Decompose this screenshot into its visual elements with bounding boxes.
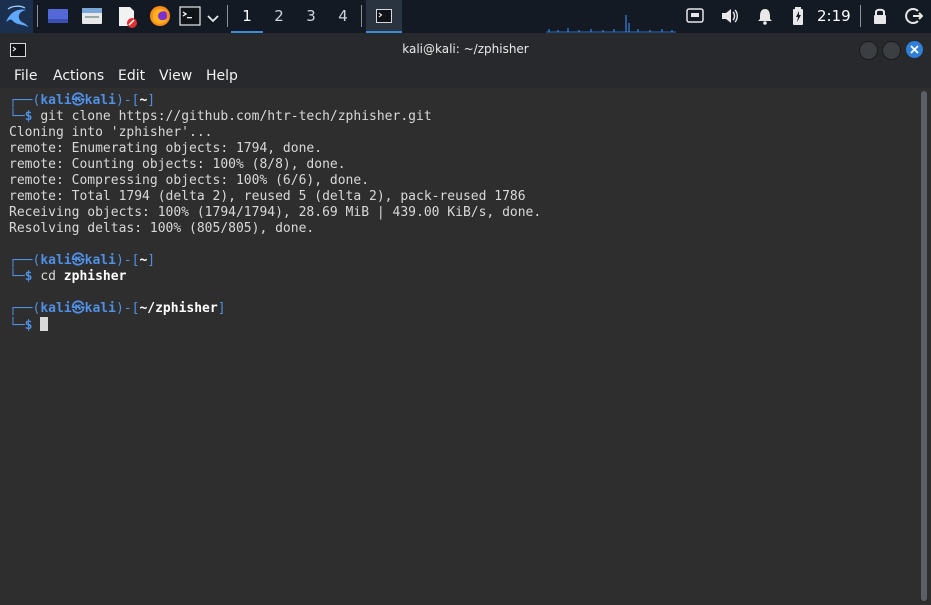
workspace-3[interactable]: 3	[295, 0, 327, 33]
scrollbar[interactable]	[918, 89, 931, 605]
cpu-graph	[546, 8, 676, 33]
notifications-icon[interactable]	[756, 7, 774, 25]
command-line: └─$	[9, 317, 49, 333]
output-line: remote: Compressing objects: 100% (6/6),…	[9, 173, 370, 188]
terminal-icon	[376, 8, 392, 27]
title-bar[interactable]: kali@kali: ~/zphisher	[0, 33, 931, 66]
chevron-down-icon[interactable]	[206, 10, 220, 23]
output-line: remote: Enumerating objects: 1794, done.	[9, 141, 323, 156]
volume-icon[interactable]	[720, 7, 740, 25]
network-icon[interactable]	[686, 8, 704, 24]
close-icon	[910, 45, 919, 54]
workspace-2[interactable]: 2	[263, 0, 295, 33]
menu-bar: File Actions Edit View Help	[0, 66, 931, 88]
window-title: kali@kali: ~/zphisher	[402, 42, 529, 56]
file-manager-icon[interactable]	[81, 7, 103, 25]
prompt-line: ┌──(kali㉿kali)-[~]	[9, 253, 156, 268]
close-button[interactable]	[906, 41, 923, 58]
prompt-line: ┌──(kali㉿kali)-[~]	[9, 93, 156, 108]
logout-icon[interactable]	[905, 7, 924, 25]
prompt-line: ┌──(kali㉿kali)-[~/zphisher]	[9, 301, 226, 316]
top-panel: 1 2 3 4 2:19	[0, 0, 931, 33]
workspace-4[interactable]: 4	[327, 0, 359, 33]
command-line: └─$ git clone https://github.com/htr-tec…	[9, 109, 432, 124]
firefox-icon[interactable]	[149, 5, 171, 27]
command-line: └─$ cd zphisher	[9, 269, 127, 284]
text-cursor	[40, 317, 49, 331]
minimize-button[interactable]	[859, 41, 878, 60]
taskbar-terminal-button[interactable]	[366, 0, 402, 33]
kali-menu-icon[interactable]	[0, 0, 33, 33]
menu-actions[interactable]: Actions	[53, 66, 104, 86]
terminal-window: kali@kali: ~/zphisher File Actions Edit …	[0, 33, 931, 605]
battery-icon[interactable]	[791, 6, 805, 26]
workspace-1[interactable]: 1	[231, 0, 263, 33]
menu-edit[interactable]: Edit	[118, 66, 145, 86]
text-editor-icon[interactable]	[116, 6, 138, 28]
maximize-button[interactable]	[882, 41, 901, 60]
menu-file[interactable]: File	[14, 66, 37, 86]
scrollbar-thumb[interactable]	[921, 91, 927, 601]
lock-icon[interactable]	[872, 7, 888, 25]
menu-help[interactable]: Help	[206, 66, 238, 86]
panel-clock[interactable]: 2:19	[817, 0, 851, 33]
terminal-output[interactable]: ┌──(kali㉿kali)-[~] └─$ git clone https:/…	[0, 89, 918, 605]
menu-view[interactable]: View	[159, 66, 192, 86]
show-desktop-icon[interactable]	[47, 7, 69, 25]
output-line: remote: Counting objects: 100% (8/8), do…	[9, 157, 346, 172]
terminal-icon[interactable]	[179, 6, 201, 26]
output-line: Receiving objects: 100% (1794/1794), 28.…	[9, 205, 542, 220]
output-line: Cloning into 'zphisher'...	[9, 125, 213, 140]
output-line: remote: Total 1794 (delta 2), reused 5 (…	[9, 189, 526, 204]
output-line: Resolving deltas: 100% (805/805), done.	[9, 221, 315, 236]
